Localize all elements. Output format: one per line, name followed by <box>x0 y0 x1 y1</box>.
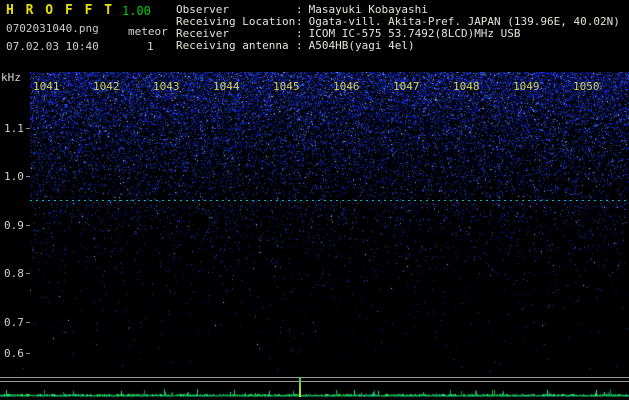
x-tick-label: 1048 <box>453 80 480 93</box>
x-tick-label: 1049 <box>513 80 540 93</box>
spectrogram-canvas <box>30 72 629 355</box>
x-tick-label: 1045 <box>273 80 300 93</box>
x-tick-label: 1042 <box>93 80 120 93</box>
meteor-event-marker <box>299 377 301 397</box>
app-version: 1.00 <box>122 4 151 18</box>
colon-separator: : <box>296 39 303 52</box>
y-tick-label: 0.7 <box>4 316 24 329</box>
x-tick-label: 1041 <box>33 80 60 93</box>
reference-frequency-line <box>30 200 629 201</box>
y-tick-mark <box>26 353 30 354</box>
y-axis-unit-label: kHz <box>1 71 21 84</box>
x-tick-label: 1043 <box>153 80 180 93</box>
x-tick-label: 1047 <box>393 80 420 93</box>
level-grid-line <box>0 381 629 382</box>
station-row-antenna: Receiving antenna : A504HB(yagi 4el) <box>176 40 620 52</box>
y-tick-mark <box>26 322 30 323</box>
x-tick-label: 1050 <box>573 80 600 93</box>
app-title: H R O F F T <box>6 3 115 18</box>
station-value: A504HB(yagi 4el) <box>308 39 415 52</box>
output-filename: 0702031040.png <box>6 22 99 35</box>
station-label: Receiving antenna <box>176 39 289 52</box>
y-tick-mark <box>26 128 30 129</box>
meteor-mode-label: meteor <box>128 25 168 38</box>
x-tick-label: 1044 <box>213 80 240 93</box>
y-tick-mark <box>26 176 30 177</box>
level-grid-line <box>0 377 629 378</box>
y-tick-mark <box>26 225 30 226</box>
meteor-count: 1 <box>147 40 154 53</box>
y-tick-label: 1.1 <box>4 122 24 135</box>
observation-datetime: 07.02.03 10:40 <box>6 40 99 53</box>
y-tick-mark <box>26 273 30 274</box>
hrofft-screen: H R O F F T 1.00 0702031040.png meteor 0… <box>0 0 629 400</box>
station-info: Observer : Masayuki Kobayashi Receiving … <box>176 4 620 52</box>
y-tick-label: 0.6 <box>4 347 24 360</box>
x-tick-label: 1046 <box>333 80 360 93</box>
y-tick-label: 0.8 <box>4 267 24 280</box>
y-tick-label: 1.0 <box>4 170 24 183</box>
y-tick-label: 0.9 <box>4 219 24 232</box>
